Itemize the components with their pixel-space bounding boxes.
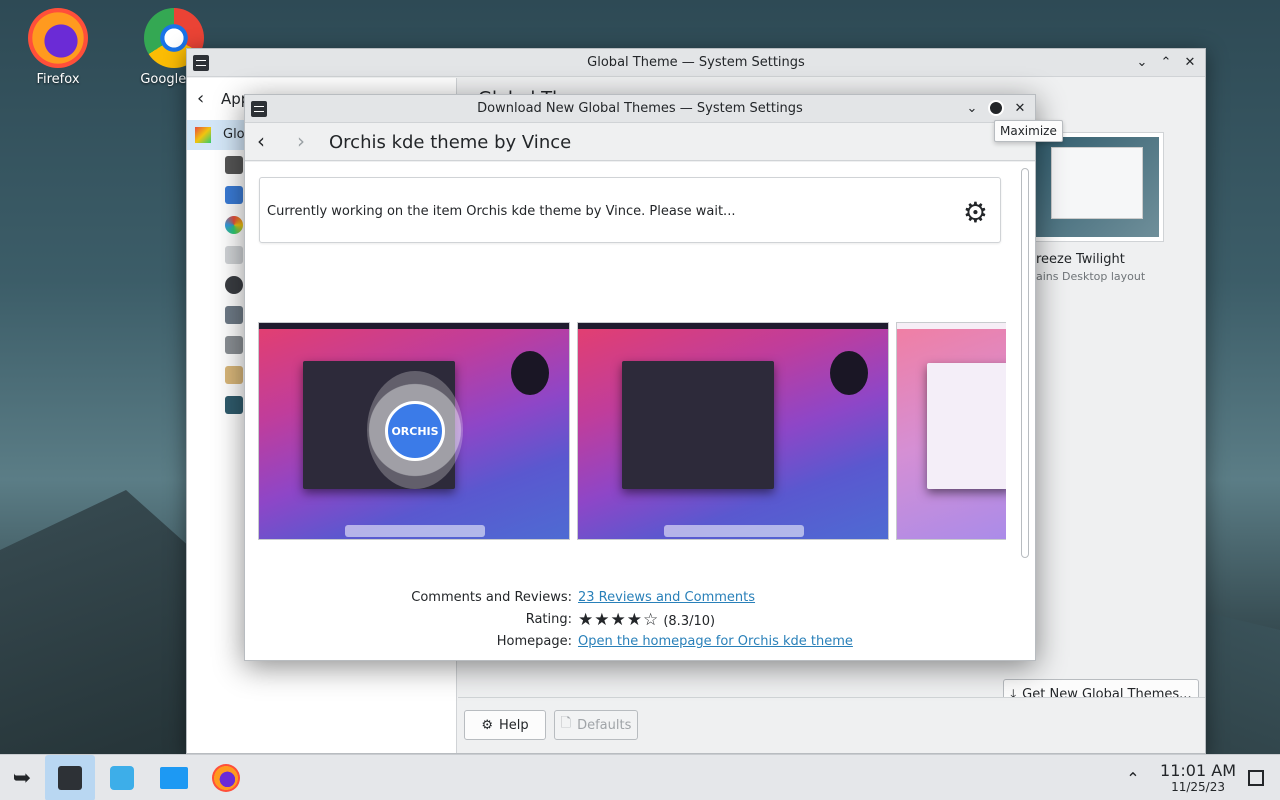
taskbar-firefox[interactable] [208,760,244,796]
screenshot-window [927,363,1006,489]
dialog-page-title: Orchis kde theme by Vince [329,132,572,153]
sidebar-item-icon[interactable] [225,156,243,174]
show-desktop-icon[interactable] [1238,760,1274,796]
sidebar-item-icon[interactable] [225,216,243,234]
theme-preview [1023,137,1159,237]
homepage-link[interactable]: Open the homepage for Orchis kde theme [578,634,853,649]
sidebar-item-icon[interactable] [225,396,243,414]
desktop-icon-firefox[interactable]: Firefox [10,8,106,87]
system-settings-icon [193,55,209,71]
screenshot-panel [578,323,888,329]
discover-icon [110,766,134,790]
firefox-icon [212,764,240,792]
bottom-bar: ⚙ Help 🗋 Defaults [458,697,1205,753]
dialog-titlebar[interactable]: Download New Global Themes — System Sett… [245,95,1035,123]
screenshot-strip[interactable]: ORCHIS [258,322,1006,540]
rating-value: ★★★★☆ (8.3/10) [578,610,715,630]
folder-icon [160,767,188,789]
clock-time: 11:01 AM [1160,761,1236,780]
screenshot-2[interactable] [577,322,889,540]
rating-stars: ★★★★☆ [578,610,660,630]
desktop-icon-label: Firefox [36,72,80,87]
defaults-label: Defaults [577,717,632,733]
theme-card[interactable] [1018,132,1164,242]
help-icon: ⚙ [481,717,493,733]
screenshot-1[interactable]: ORCHIS [258,322,570,540]
forward-icon[interactable]: › [297,129,305,153]
maximize-icon[interactable]: ⌃ [1157,53,1175,71]
comments-label: Comments and Reviews: [411,590,572,605]
screenshot-window [622,361,774,489]
help-label: Help [499,717,529,733]
sidebar-item-icon[interactable] [225,366,243,384]
screenshot-panel [259,323,569,329]
sidebar-item-icon[interactable] [225,276,243,294]
status-message: Currently working on the item Orchis kde… [259,177,1001,243]
tooltip: Maximize [994,120,1063,142]
back-arrow-icon[interactable]: ‹ [197,88,204,109]
window-title: Global Theme — System Settings [587,55,805,70]
back-icon[interactable]: ‹ [257,129,265,153]
orchis-logo: ORCHIS [385,401,445,461]
sidebar-item-icon[interactable] [225,186,243,204]
clock-date: 11/25/23 [1171,780,1225,794]
titlebar[interactable]: Global Theme — System Settings ⌄ ⌃ ✕ [187,49,1205,77]
homepage-label: Homepage: [496,634,572,649]
taskbar: ➥ ⌃ 11:01 AM 11/25/23 [0,754,1280,800]
status-text: Currently working on the item Orchis kde… [267,204,736,219]
system-settings-icon [58,766,82,790]
close-icon[interactable]: ✕ [1011,99,1029,117]
screenshot-dock [664,525,804,537]
document-icon: 🗋 [560,716,572,731]
dialog-body: Currently working on the item Orchis kde… [245,162,1035,660]
app-launcher-icon[interactable]: ➥ [4,760,40,796]
gear-icon: ⚙ [962,196,988,229]
defaults-button[interactable]: 🗋 Defaults [554,710,638,740]
download-themes-dialog: Download New Global Themes — System Sett… [244,94,1036,661]
comments-link[interactable]: 23 Reviews and Comments [578,590,755,605]
sidebar-item-icon[interactable] [225,246,243,264]
desktop-square-icon [1248,770,1264,786]
minimize-icon[interactable]: ⌄ [963,99,981,117]
screenshot-panel [897,323,1006,329]
screenshot-dock [345,525,485,537]
theme-name: reeze Twilight [1036,252,1125,267]
sidebar-item-icon[interactable] [225,306,243,324]
taskbar-discover[interactable] [104,760,140,796]
dialog-nav: ‹ › Orchis kde theme by Vince [245,123,1035,161]
theme-subtitle: ains Desktop layout [1036,270,1146,283]
global-theme-icon [195,127,211,143]
rating-text: (8.3/10) [663,614,716,629]
dialog-window-title: Download New Global Themes — System Sett… [477,101,803,116]
help-button[interactable]: ⚙ Help [464,710,546,740]
firefox-icon [28,8,88,68]
digital-clock[interactable]: 11:01 AM 11/25/23 [1160,761,1236,794]
close-icon[interactable]: ✕ [1181,53,1199,71]
mouse-cursor [988,100,1004,116]
system-tray-expand-icon[interactable]: ⌃ [1115,760,1151,796]
system-settings-icon [251,101,267,117]
clock-icon [511,351,549,395]
taskbar-dolphin[interactable] [156,760,192,796]
scrollbar[interactable] [1021,168,1029,558]
minimize-icon[interactable]: ⌄ [1133,53,1151,71]
screenshot-3[interactable] [896,322,1006,540]
clock-icon [830,351,868,395]
taskbar-system-settings[interactable] [45,755,95,800]
sidebar-item-icon[interactable] [225,336,243,354]
rating-label: Rating: [525,612,572,627]
